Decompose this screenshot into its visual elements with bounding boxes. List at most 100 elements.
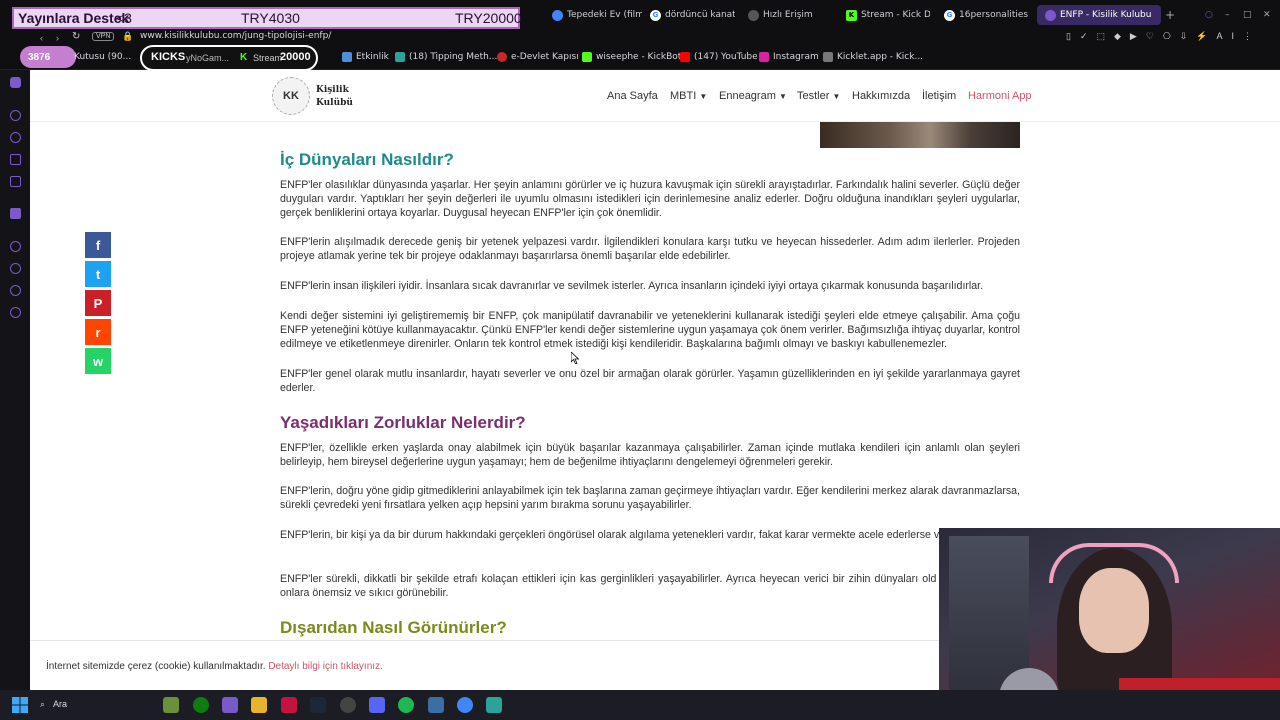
tab-hizli-erisim[interactable]: Hızlı Erişim — [748, 5, 833, 25]
nav-harmoni-app[interactable]: Harmoni App — [968, 90, 1032, 102]
share-facebook-button[interactable]: f — [85, 232, 111, 258]
follower-counter: 3876 — [20, 46, 76, 68]
url-field[interactable]: www.kisilikkulubu.com/jung-tipolojisi-en… — [140, 31, 331, 41]
xbox-icon[interactable] — [193, 697, 209, 713]
spotify-icon[interactable] — [398, 697, 414, 713]
copilot-icon[interactable] — [222, 697, 238, 713]
forward-icon[interactable]: › — [56, 33, 59, 43]
site-logo-text[interactable]: Kişilik Kulübü — [316, 84, 353, 110]
sidebar-settings-icon[interactable] — [10, 307, 21, 318]
sidebar-messenger-icon[interactable] — [10, 110, 21, 121]
article-image — [820, 122, 1020, 148]
vpn-badge[interactable]: VPN — [92, 32, 115, 41]
cookie-text: İnternet sitemizde çerez (cookie) kullan… — [46, 661, 383, 672]
bookmark-instagram[interactable]: Instagram — [759, 52, 819, 62]
close-icon[interactable]: ✕ — [1263, 5, 1273, 25]
site-navbar: KK Kişilik Kulübü Ana Sayfa MBTI ▼ Enneag… — [30, 70, 1280, 122]
bookmark-kutusu[interactable]: Kutusu (90... — [74, 52, 131, 62]
tab-enfp-active[interactable]: ENFP - Kisilik Kulubu — [1037, 5, 1161, 25]
kicks-value: 20000 — [280, 51, 311, 63]
chrome-icon[interactable] — [457, 697, 473, 713]
new-tab-button[interactable]: + — [1165, 5, 1177, 25]
nav-ana-sayfa[interactable]: Ana Sayfa — [607, 90, 658, 102]
steam-icon[interactable] — [310, 697, 326, 713]
search-icon[interactable]: ○ — [1205, 5, 1215, 25]
whatsapp-icon: w — [92, 353, 104, 369]
bookmark-edevlet[interactable]: e-Devlet Kapısı — [497, 52, 579, 62]
nav-iletisim[interactable]: İletişim — [922, 90, 956, 102]
bookmark-stream[interactable]: Stream — [253, 53, 282, 63]
kickbot-icon — [582, 52, 592, 62]
tab-stream-kick[interactable]: KStream - Kick Das — [846, 5, 930, 25]
paragraph-9: ENFP'ler sürekli, dikkatli bir şekilde e… — [280, 573, 1020, 599]
sidebar-discord-icon[interactable] — [10, 154, 21, 165]
headphones — [1049, 543, 1179, 583]
kick-icon: K — [240, 52, 248, 63]
nav-enneagram[interactable]: Enneagram ▼ — [719, 90, 787, 102]
paragraph-7: ENFP'lerin, doğru yöne gidip gitmedikler… — [280, 485, 1020, 511]
google-icon: G — [944, 9, 955, 21]
bookmark-youtube[interactable]: (147) YouTube — [680, 52, 758, 62]
cookie-details-link[interactable]: Detaylı bilgi için tıklayınız. — [268, 661, 383, 672]
grid-icon — [748, 9, 759, 21]
heart-label: <3 — [116, 10, 132, 26]
chat-app-icon[interactable] — [486, 697, 502, 713]
search-icon: ⌕ — [40, 698, 46, 709]
discord-icon[interactable] — [369, 697, 385, 713]
twitter-icon: t — [95, 266, 101, 282]
share-whatsapp-button[interactable]: w — [85, 348, 111, 374]
heading-challenges: Yaşadıkları Zorluklar Nelerdir? — [280, 413, 526, 432]
file-explorer-icon[interactable] — [251, 697, 267, 713]
youtube-icon — [680, 52, 690, 62]
sidebar-player-icon[interactable] — [10, 241, 21, 252]
bookmark-kickbot[interactable]: wiseephe - KickBot — [582, 52, 681, 62]
tab-16personalities[interactable]: G 16personalities — [944, 5, 1029, 25]
support-label: Yayınlara Destek — [18, 10, 130, 26]
edevlet-icon — [497, 52, 507, 62]
sidebar-twitch-icon[interactable] — [10, 208, 21, 219]
kicks-label: KICKS — [151, 51, 186, 63]
tab-tepedeki-ev[interactable]: Tepedeki Ev (film) — [552, 5, 642, 25]
back-icon[interactable]: ‹ — [40, 33, 43, 43]
tab-dorduncu-kanat[interactable]: Gdördüncü kanat — [650, 5, 735, 25]
paragraph-3: ENFP'lerin insan ilişkileri iyidir. İnsa… — [280, 280, 984, 292]
controller-icon[interactable] — [428, 697, 444, 713]
bookmark-tipping[interactable]: (18) Tipping Meth... — [395, 52, 497, 62]
bookmark-etkinlik[interactable]: Etkinlik — [342, 52, 389, 62]
opera-gx-icon[interactable] — [281, 697, 297, 713]
taskbar-app-game-icon[interactable] — [163, 697, 179, 713]
obs-icon[interactable] — [340, 697, 356, 713]
nav-mbti[interactable]: MBTI ▼ — [670, 90, 707, 102]
taskbar — [0, 690, 1280, 720]
sidebar-history-icon[interactable] — [10, 263, 21, 274]
globe-icon — [552, 9, 563, 21]
kick-icon: K — [846, 9, 857, 21]
toolbar-icons[interactable]: ▯✓⬚◆▶♡⎔⇩⚡AI⋮ — [1066, 31, 1261, 42]
paragraph-8: ENFP'lerin, bir kişi ya da bir durum hak… — [280, 529, 986, 541]
nav-testler[interactable]: Testler ▼ — [797, 90, 840, 102]
facebook-icon: f — [95, 237, 101, 253]
sidebar-gaming-icon[interactable] — [10, 77, 21, 88]
paragraph-1: ENFP'ler olasılıklar dünyasında yaşarlar… — [280, 179, 1020, 219]
reddit-icon: r — [95, 324, 101, 340]
kicklet-icon — [823, 52, 833, 62]
sidebar-chat-icon[interactable] — [10, 132, 21, 143]
goal-target: TRY20000 — [455, 10, 522, 26]
share-reddit-button[interactable]: r — [85, 319, 111, 345]
sidebar-extensions-icon[interactable] — [10, 285, 21, 296]
taskbar-search[interactable]: ⌕ Ara — [40, 694, 160, 714]
minimize-icon[interactable]: – — [1225, 5, 1235, 25]
sidebar-mail-icon[interactable] — [10, 176, 21, 187]
paragraph-2: ENFP'lerin alışılmadık derecede geniş bi… — [280, 236, 1020, 262]
bookmark-kicklet[interactable]: Kicklet.app - Kick... — [823, 52, 923, 62]
lock-icon: 🔒 — [122, 31, 134, 41]
share-pinterest-button[interactable]: P — [85, 290, 111, 316]
site-logo[interactable]: KK — [272, 77, 310, 115]
nav-hakkimizda[interactable]: Hakkımızda — [852, 90, 910, 102]
windows-start-icon[interactable] — [12, 697, 28, 713]
reload-icon[interactable]: ↻ — [72, 31, 80, 42]
paragraph-4: Kendi değer sistemini iyi geliştirememiş… — [280, 310, 1020, 350]
bookmark-ynogam[interactable]: yNoGam... — [186, 53, 229, 63]
maximize-icon[interactable]: □ — [1243, 5, 1253, 25]
share-twitter-button[interactable]: t — [85, 261, 111, 287]
